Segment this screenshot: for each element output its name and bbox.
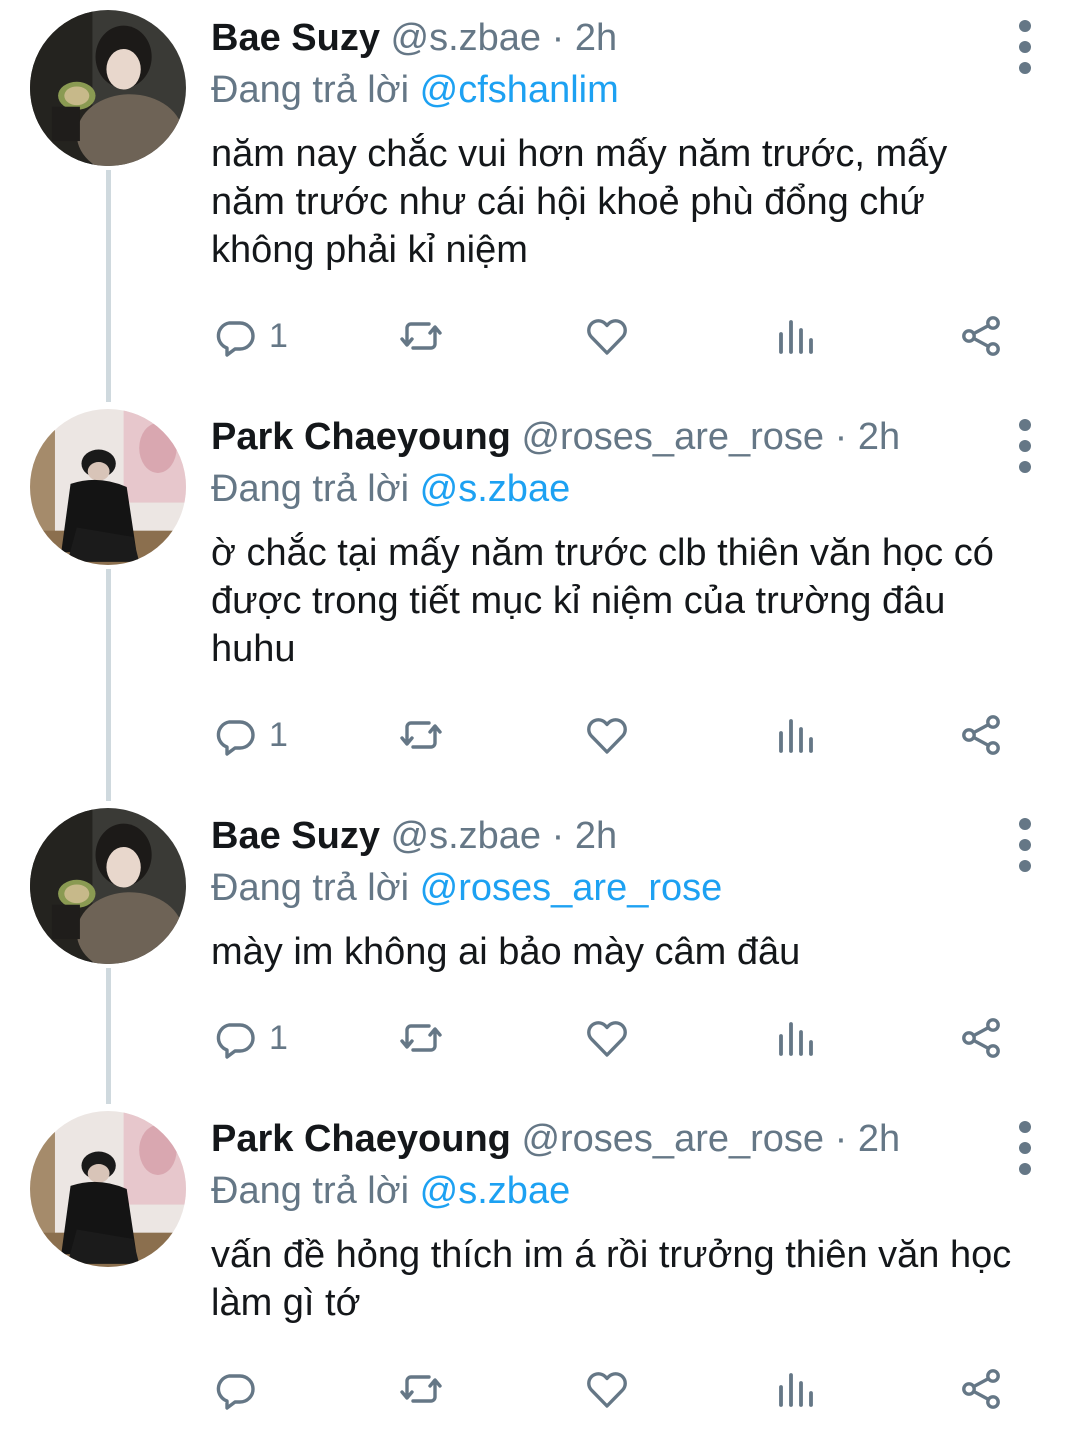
more-options-icon[interactable]	[1018, 1121, 1032, 1175]
reply-count: 1	[269, 316, 288, 355]
avatar[interactable]	[30, 409, 186, 565]
tweet-text: năm nay chắc vui hơn mấy năm trước, mấy …	[211, 133, 948, 271]
share-icon	[962, 715, 1000, 755]
share-button[interactable]	[957, 707, 1005, 763]
reply-icon	[216, 720, 255, 756]
reply-button[interactable]: 1	[211, 1010, 288, 1066]
tweet-actions: 1	[211, 308, 1031, 364]
analytics-button[interactable]	[771, 707, 819, 763]
retweet-button[interactable]	[397, 308, 445, 364]
tweet-actions: 1	[211, 1010, 1031, 1066]
mention-link[interactable]: @cfshanlim	[420, 69, 619, 111]
like-button[interactable]	[583, 707, 631, 763]
timestamp[interactable]: 2h	[575, 815, 617, 857]
tweet[interactable]: Bae Suzy @s.zbae · 2h Đang trả lời @rose…	[0, 798, 1080, 1103]
tweet-header: Bae Suzy @s.zbae · 2h	[211, 12, 1031, 64]
like-button[interactable]	[583, 308, 631, 364]
avatar[interactable]	[30, 808, 186, 964]
mention-link[interactable]: @roses_are_rose	[420, 867, 723, 909]
analytics-icon	[779, 1022, 813, 1056]
share-button[interactable]	[957, 308, 1005, 364]
user-handle[interactable]: @roses_are_rose	[521, 1118, 824, 1160]
reply-icon	[216, 1374, 255, 1410]
reply-button[interactable]: 1	[211, 308, 288, 364]
avatar[interactable]	[30, 10, 186, 166]
replying-to: Đang trả lời @roses_are_rose	[211, 862, 1031, 914]
analytics-icon	[779, 1373, 813, 1407]
share-button[interactable]	[957, 1361, 1005, 1417]
retweet-icon	[400, 721, 442, 749]
timestamp[interactable]: 2h	[575, 17, 617, 59]
like-button[interactable]	[583, 1010, 631, 1066]
more-options-icon[interactable]	[1018, 419, 1032, 473]
tweet[interactable]: Bae Suzy @s.zbae · 2h Đang trả lời @cfsh…	[0, 0, 1080, 400]
retweet-icon	[400, 322, 442, 350]
mention-link[interactable]: @s.zbae	[420, 1170, 571, 1212]
share-icon	[962, 1369, 1000, 1409]
analytics-button[interactable]	[771, 1361, 819, 1417]
tweet-text: vấn đề hỏng thích im á rồi trưởng thiên …	[211, 1234, 1012, 1324]
separator: ·	[551, 815, 565, 857]
like-button[interactable]	[583, 1361, 631, 1417]
reply-button[interactable]: 1	[211, 707, 288, 763]
reply-icon	[216, 1023, 255, 1059]
analytics-button[interactable]	[771, 1010, 819, 1066]
user-handle[interactable]: @s.zbae	[391, 815, 542, 857]
heart-icon	[587, 718, 627, 754]
replying-to: Đang trả lời @cfshanlim	[211, 64, 1031, 116]
tweet-actions: 1	[211, 707, 1031, 763]
display-name[interactable]: Bae Suzy	[211, 17, 380, 59]
heart-icon	[587, 319, 627, 355]
analytics-button[interactable]	[771, 308, 819, 364]
tweet[interactable]: Park Chaeyoung @roses_are_rose · 2h Đang…	[0, 399, 1080, 799]
replying-to-label: Đang trả lời	[211, 867, 410, 909]
user-handle[interactable]: @roses_are_rose	[521, 416, 824, 458]
timestamp[interactable]: 2h	[858, 416, 900, 458]
tweet-actions	[211, 1361, 1031, 1417]
reply-count: 1	[269, 1018, 288, 1057]
tweet-header: Bae Suzy @s.zbae · 2h	[211, 810, 1031, 862]
retweet-button[interactable]	[397, 1361, 445, 1417]
reply-button[interactable]	[211, 1361, 269, 1417]
tweet-header: Park Chaeyoung @roses_are_rose · 2h	[211, 1113, 1031, 1165]
retweet-button[interactable]	[397, 707, 445, 763]
mention-link[interactable]: @s.zbae	[420, 468, 571, 510]
retweet-icon	[400, 1024, 442, 1052]
analytics-icon	[779, 719, 813, 753]
tweet[interactable]: Park Chaeyoung @roses_are_rose · 2h Đang…	[0, 1101, 1080, 1434]
heart-icon	[587, 1021, 627, 1057]
reply-count: 1	[269, 715, 288, 754]
display-name[interactable]: Park Chaeyoung	[211, 416, 511, 458]
tweet-text: ờ chắc tại mấy năm trước clb thiên văn h…	[211, 532, 994, 670]
more-options-icon[interactable]	[1018, 818, 1032, 872]
display-name[interactable]: Park Chaeyoung	[211, 1118, 511, 1160]
replying-to-label: Đang trả lời	[211, 468, 410, 510]
user-handle[interactable]: @s.zbae	[391, 17, 542, 59]
separator: ·	[551, 17, 565, 59]
share-icon	[962, 316, 1000, 356]
more-options-icon[interactable]	[1018, 20, 1032, 74]
reply-icon	[216, 321, 255, 357]
analytics-icon	[779, 320, 813, 354]
share-icon	[962, 1018, 1000, 1058]
replying-to-label: Đang trả lời	[211, 69, 410, 111]
share-button[interactable]	[957, 1010, 1005, 1066]
separator: ·	[834, 1118, 848, 1160]
retweet-button[interactable]	[397, 1010, 445, 1066]
replying-to-label: Đang trả lời	[211, 1170, 410, 1212]
retweet-icon	[400, 1375, 442, 1403]
separator: ·	[834, 416, 848, 458]
avatar[interactable]	[30, 1111, 186, 1267]
replying-to: Đang trả lời @s.zbae	[211, 1165, 1031, 1217]
display-name[interactable]: Bae Suzy	[211, 815, 380, 857]
tweet-header: Park Chaeyoung @roses_are_rose · 2h	[211, 411, 1031, 463]
heart-icon	[587, 1372, 627, 1408]
timestamp[interactable]: 2h	[858, 1118, 900, 1160]
replying-to: Đang trả lời @s.zbae	[211, 463, 1031, 515]
tweet-text: mày im không ai bảo mày câm đâu	[211, 931, 801, 973]
